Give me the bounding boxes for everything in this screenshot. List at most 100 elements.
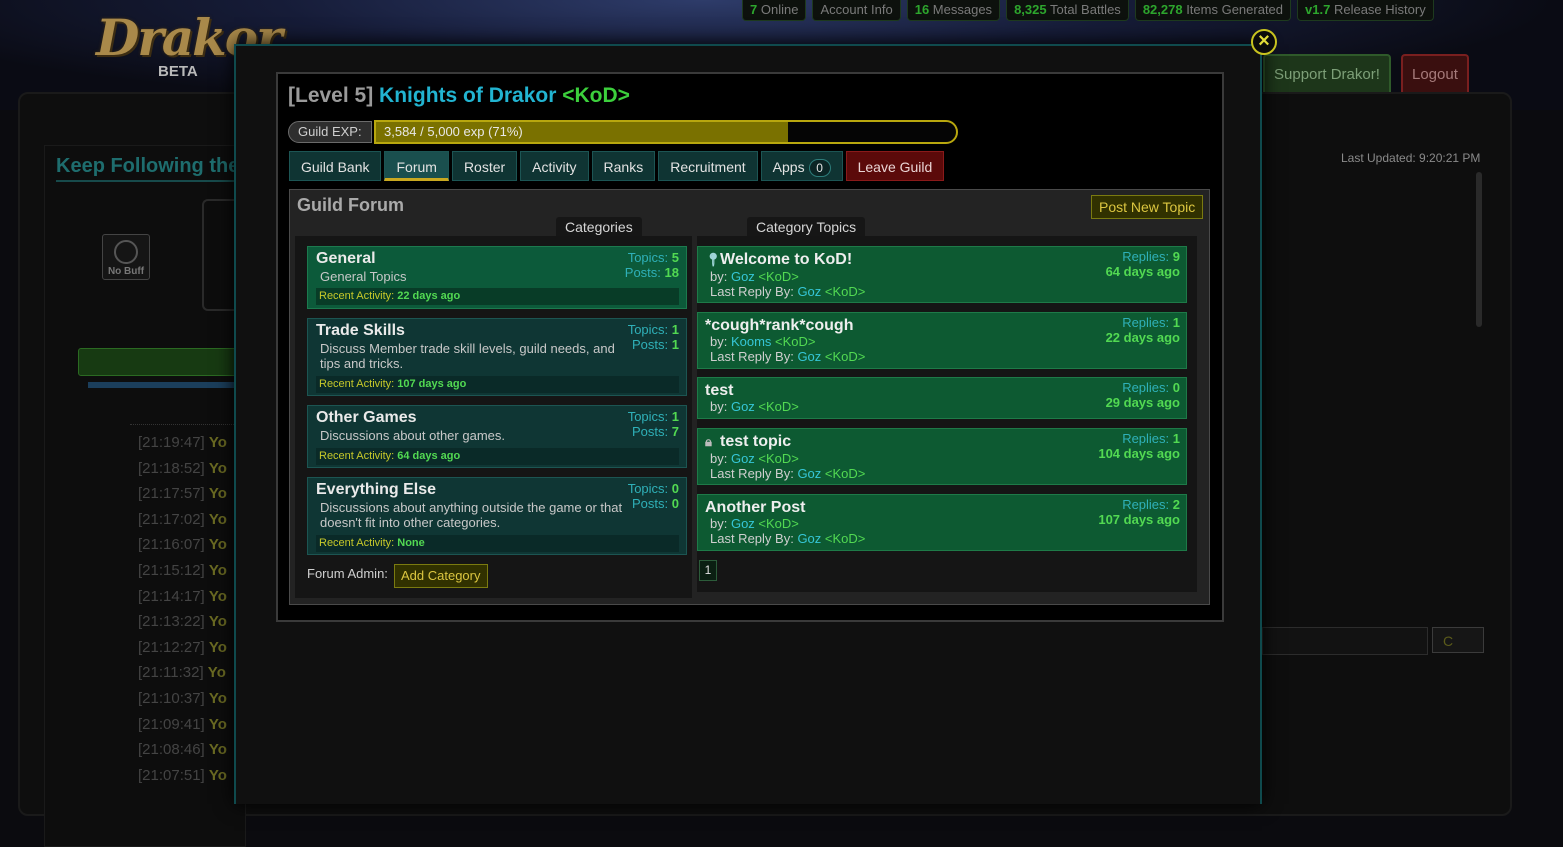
replies-label: Replies: [1122, 497, 1173, 512]
topic-another-post[interactable]: Another Post by: Goz <KoD> Last Reply By… [697, 494, 1187, 551]
recent-activity-value: 107 days ago [397, 378, 467, 390]
log-entry: [21:16:07] Yo [138, 532, 227, 558]
top-nav: 7 Online Account Info 16 Messages 8,325 … [742, 0, 1434, 21]
tab-roster[interactable]: Roster [451, 151, 518, 181]
by-label: by: [710, 269, 731, 284]
topic-cough-rank[interactable]: *cough*rank*cough by: Kooms <KoD> Last R… [697, 312, 1187, 369]
tab-guild-bank[interactable]: Guild Bank [289, 151, 382, 181]
recent-activity: Recent Activity: 107 days ago [316, 376, 679, 393]
author-name[interactable]: Goz [731, 399, 755, 414]
chat-scrollbar[interactable] [1476, 172, 1482, 327]
author-name[interactable]: Goz [731, 269, 755, 284]
topic-title-text: test [705, 382, 734, 399]
guild-tag: <KoD> [562, 84, 630, 107]
topic-stats: Replies: 2 107 days ago [1098, 497, 1180, 527]
author-name[interactable]: Goz [731, 516, 755, 531]
log-time: [21:10:37] [138, 689, 205, 707]
tab-apps[interactable]: Apps 0 [760, 151, 843, 181]
topic-title: *cough*rank*cough [705, 317, 853, 335]
nav-account-info[interactable]: Account Info [812, 0, 901, 21]
category-description: General Topics [320, 269, 407, 284]
topic-stats: Replies: 1 104 days ago [1098, 431, 1180, 461]
by-label: by: [710, 516, 731, 531]
topic-author: by: Goz <KoD> [710, 269, 799, 284]
topics-label: Topics: [627, 250, 672, 265]
tab-recruitment[interactable]: Recruitment [658, 151, 758, 181]
author-name[interactable]: Kooms [731, 334, 771, 349]
pin-icon: 📍︎ [705, 252, 722, 267]
chat-line [1266, 180, 1269, 192]
topic-title: 🔒︎ test topic [705, 433, 791, 451]
nav-battles-label: Total Battles [1046, 2, 1121, 17]
log-time: [21:18:52] [138, 459, 205, 477]
log-actor: Yo [208, 510, 227, 528]
drakor-logo[interactable]: Drakor BETA [96, 8, 282, 84]
replies-count: 2 [1172, 497, 1180, 512]
last-reply-tag: <KoD> [821, 284, 866, 299]
replies-count: 1 [1172, 431, 1180, 446]
recent-activity-label: Recent Activity: [319, 378, 398, 390]
topic-stats: Replies: 9 64 days ago [1106, 249, 1180, 279]
no-buff-slot[interactable]: No Buff [102, 234, 150, 280]
by-label: by: [710, 399, 731, 414]
category-stats: Topics: 1 Posts: 7 [628, 409, 679, 439]
nav-account-label: Account Info [820, 2, 893, 17]
chat-input[interactable] [1262, 627, 1428, 655]
lock-icon: 🔒︎ [705, 434, 712, 449]
nav-items-generated[interactable]: 82,278 Items Generated [1134, 0, 1292, 21]
log-actor: Yo [208, 459, 227, 477]
close-modal-button[interactable]: × [1251, 29, 1277, 55]
leave-guild-button[interactable]: Leave Guild [845, 151, 945, 181]
forum-admin-label: Forum Admin: [307, 566, 388, 581]
category-everything-else[interactable]: Everything Else Discussions about anythi… [307, 477, 687, 555]
recent-activity: Recent Activity: None [316, 535, 679, 552]
topics-count: 0 [671, 481, 679, 496]
topics-label: Topics: [627, 481, 672, 496]
tab-activity[interactable]: Activity [520, 151, 589, 181]
author-tag: <KoD> [771, 334, 816, 349]
nav-messages-label: Messages [929, 2, 993, 17]
support-drakor-button[interactable]: Support Drakor! [1263, 54, 1391, 92]
last-updated: Last Updated: 9:20:21 PM [1341, 151, 1481, 165]
last-reply-user[interactable]: Goz [797, 349, 821, 364]
recent-activity-label: Recent Activity: [319, 290, 398, 302]
topic-welcome[interactable]: 📍︎Welcome to KoD! by: Goz <KoD> Last Rep… [697, 246, 1187, 303]
last-reply-user[interactable]: Goz [797, 284, 821, 299]
log-entry: [21:13:22] Yo [138, 609, 227, 635]
topic-last-reply: Last Reply By: Goz <KoD> [710, 284, 865, 299]
topic-title: 📍︎Welcome to KoD! [705, 251, 852, 269]
log-entry: [21:18:52] Yo [138, 456, 227, 482]
tab-ranks[interactable]: Ranks [591, 151, 656, 181]
chat-channel-select[interactable]: C [1432, 627, 1484, 653]
progress-bar [88, 382, 238, 388]
topic-test[interactable]: test by: Goz <KoD> Replies: 0 29 days ag… [697, 377, 1187, 419]
topic-last-reply: Last Reply By: Goz <KoD> [710, 349, 865, 364]
nav-release-history[interactable]: v1.7 Release History [1297, 0, 1434, 21]
author-name[interactable]: Goz [731, 451, 755, 466]
last-reply-user[interactable]: Goz [797, 531, 821, 546]
category-trade-skills[interactable]: Trade Skills Discuss Member trade skill … [307, 318, 687, 396]
log-actor: Yo [208, 561, 227, 579]
topic-author: by: Kooms <KoD> [710, 334, 816, 349]
log-time: [21:13:22] [138, 613, 205, 631]
nav-online[interactable]: 7 Online [742, 0, 807, 21]
nav-messages[interactable]: 16 Messages [906, 0, 1001, 21]
action-bar[interactable] [78, 348, 240, 376]
last-reply-user[interactable]: Goz [797, 466, 821, 481]
recent-activity-value: None [397, 537, 425, 549]
category-description: Discuss Member trade skill levels, guild… [320, 341, 615, 371]
nav-total-battles[interactable]: 8,325 Total Battles [1006, 0, 1129, 21]
log-entry: [21:14:17] Yo [138, 584, 227, 610]
nav-version: v1.7 [1305, 2, 1331, 17]
tab-forum[interactable]: Forum [384, 151, 449, 181]
log-time: [21:17:57] [138, 485, 205, 503]
post-new-topic-button[interactable]: Post New Topic [1091, 195, 1204, 219]
category-other-games[interactable]: Other Games Discussions about other game… [307, 405, 687, 468]
pagination-page-1[interactable]: 1 [699, 560, 717, 581]
logout-button[interactable]: Logout [1401, 54, 1469, 92]
log-time: [21:09:41] [138, 715, 205, 733]
topic-test-topic[interactable]: 🔒︎ test topic by: Goz <KoD> Last Reply By… [697, 428, 1187, 485]
category-general[interactable]: General General Topics Topics: 5 Posts: … [307, 246, 687, 309]
log-divider [130, 424, 240, 425]
add-category-button[interactable]: Add Category [394, 564, 488, 588]
